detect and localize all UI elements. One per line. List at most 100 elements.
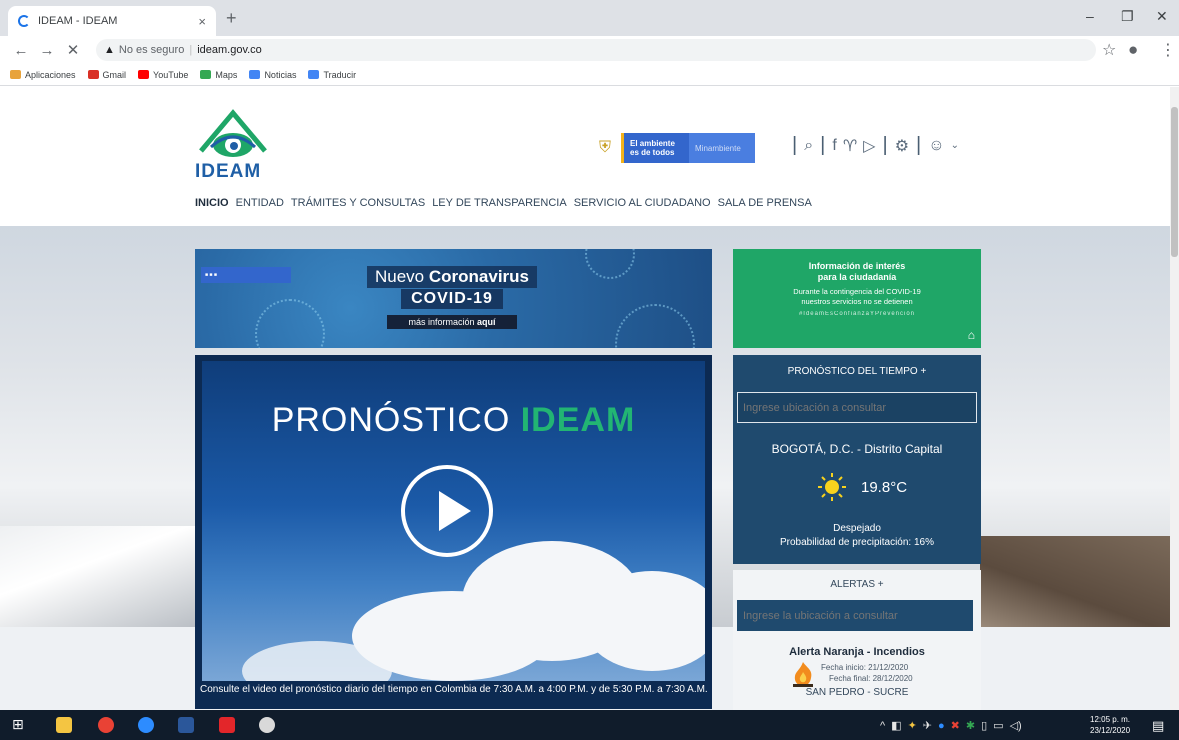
minimize-button[interactable]: –: [1086, 8, 1094, 24]
bookmark-maps[interactable]: Maps: [200, 70, 237, 80]
covid-banner[interactable]: ■ ■ ■ Nuevo Coronavirus COVID-19 más inf…: [195, 249, 712, 348]
forecast-location-input[interactable]: [737, 392, 977, 423]
clock-time: 12:05 p. m.: [1090, 715, 1131, 724]
search-icon[interactable]: ⌕: [804, 137, 813, 155]
play-icon[interactable]: [401, 465, 493, 557]
back-button[interactable]: ←: [8, 42, 34, 59]
bookmark-label: Noticias: [264, 69, 297, 80]
video-title: PRONÓSTICO IDEAM: [202, 401, 705, 440]
paint-icon[interactable]: [259, 717, 275, 733]
scroll-thumb[interactable]: [1171, 107, 1178, 257]
forecast-probability: Probabilidad de precipitación: 16%: [780, 537, 934, 548]
bookmark-label: Aplicaciones: [25, 69, 76, 80]
virus-decoration-icon: [255, 299, 325, 348]
twitter-icon[interactable]: ♈: [843, 136, 857, 156]
tray-app-icon[interactable]: ✦: [908, 719, 917, 732]
bookmark-youtube[interactable]: YouTube: [138, 70, 188, 80]
omnibox-separator: |: [189, 44, 193, 56]
youtube-icon[interactable]: ▷: [863, 136, 875, 156]
gov-badge[interactable]: ⛨ El ambiente es de todos Minambiente: [593, 133, 757, 163]
covid-more-info[interactable]: más información aquí: [387, 315, 517, 329]
bookmark-star-icon[interactable]: ☆: [1102, 40, 1116, 60]
video-title-b: IDEAM: [520, 401, 636, 439]
tray-app-icon[interactable]: ✖: [951, 719, 960, 732]
youtube-icon: [138, 70, 150, 79]
citizen-info-banner[interactable]: Información de interés para la ciudadaní…: [733, 249, 981, 348]
accessibility-icon[interactable]: ⚙: [895, 136, 909, 156]
info-sub1: Durante la contingencia del COVID-19: [793, 287, 921, 296]
info-title2: para la ciudadanía: [817, 272, 897, 282]
nav-item-transparencia[interactable]: LEY DE TRANSPARENCIA: [432, 197, 567, 209]
taskbar-clock[interactable]: 12:05 p. m. 23/12/2020: [1090, 714, 1130, 736]
profile-icon[interactable]: ●: [1128, 40, 1138, 60]
chevron-down-icon[interactable]: ⌄: [951, 140, 959, 151]
bookmark-label: Traducir: [323, 69, 357, 80]
news-icon: [249, 70, 261, 79]
acrobat-icon[interactable]: [219, 717, 235, 733]
file-explorer-icon[interactable]: [56, 717, 72, 733]
restore-button[interactable]: ❐: [1121, 8, 1134, 25]
page-scrollbar[interactable]: [1170, 87, 1179, 710]
forecast-panel: PRONÓSTICO DEL TIEMPO + BOGOTÁ, D.C. - D…: [733, 355, 981, 564]
address-bar[interactable]: ▲ No es seguro | ideam.gov.co: [96, 39, 1096, 61]
stop-button[interactable]: ✕: [60, 41, 86, 59]
alerts-title[interactable]: ALERTAS +: [733, 570, 981, 590]
utility-icons: | ⌕ | f ♈ ▷ | ⚙ | ☺ ⌄: [788, 134, 962, 157]
nav-item-tramites[interactable]: TRÁMITES Y CONSULTAS: [291, 197, 425, 209]
cloud-decoration: [582, 571, 705, 671]
main-nav: INICIO ENTIDAD TRÁMITES Y CONSULTAS LEY …: [195, 197, 819, 209]
tray-app-icon[interactable]: ✱: [966, 719, 975, 732]
volume-icon[interactable]: ◁): [1010, 719, 1022, 732]
covid-line1b: Coronavirus: [428, 267, 529, 286]
facebook-icon[interactable]: f: [832, 137, 836, 155]
nav-item-prensa[interactable]: SALA DE PRENSA: [718, 197, 812, 209]
nav-item-entidad[interactable]: ENTIDAD: [236, 197, 284, 209]
gmail-icon: [87, 70, 99, 79]
bookmark-translate[interactable]: Traducir: [308, 70, 356, 80]
play-triangle: [439, 491, 471, 531]
network-icon[interactable]: ▭: [993, 719, 1003, 732]
bookmark-gmail[interactable]: Gmail: [87, 69, 127, 80]
chrome-icon[interactable]: [98, 717, 114, 733]
logo-text: IDEAM: [195, 161, 262, 182]
covid-gov-logo: ■ ■ ■: [201, 267, 291, 283]
word-icon[interactable]: [178, 717, 194, 733]
video-title-a: PRONÓSTICO: [271, 401, 511, 439]
divider: |: [820, 134, 826, 156]
forecast-title[interactable]: PRONÓSTICO DEL TIEMPO +: [733, 355, 981, 377]
windows-taskbar: ⊞ ^ ◧ ✦ ✈ ● ✖ ✱ ▯ ▭ ◁) 12:05 p. m. 23/12…: [0, 710, 1179, 740]
sun-icon: [818, 473, 846, 501]
tab-close-icon[interactable]: ×: [198, 14, 206, 29]
alert-name[interactable]: Alerta Naranja - Incendios: [733, 646, 981, 658]
nav-item-inicio[interactable]: INICIO: [195, 197, 229, 209]
nav-item-servicio[interactable]: SERVICIO AL CIUDADANO: [574, 197, 711, 209]
alert-end-date: Fecha final: 28/12/2020: [829, 674, 913, 683]
tray-app-icon[interactable]: ✈: [923, 719, 932, 732]
zoom-icon[interactable]: [138, 717, 154, 733]
bookmark-news[interactable]: Noticias: [249, 70, 296, 80]
close-window-button[interactable]: ✕: [1156, 8, 1168, 25]
forecast-temperature: 19.8°C: [861, 479, 908, 496]
covid-line3a: más información: [408, 317, 475, 327]
tray-app-icon[interactable]: ◧: [891, 719, 901, 732]
tray-chevron-icon[interactable]: ^: [880, 720, 885, 732]
browser-tab[interactable]: IDEAM - IDEAM ×: [8, 6, 216, 36]
warning-icon: ▲: [104, 44, 115, 56]
video-caption: Consulte el video del pronóstico diario …: [200, 684, 708, 695]
info-hashtag: #IdeamEsConfianzaYPrevención: [798, 311, 916, 317]
forecast-condition: Despejado: [833, 523, 881, 534]
info-title1: Información de interés: [808, 261, 906, 271]
new-tab-button[interactable]: +: [226, 8, 237, 29]
notification-icon[interactable]: ▤: [1152, 718, 1164, 734]
bookmark-label: Gmail: [102, 69, 127, 80]
battery-icon[interactable]: ▯: [981, 719, 987, 732]
bookmark-apps[interactable]: Aplicaciones: [10, 70, 76, 80]
user-icon[interactable]: ☺: [928, 137, 944, 155]
gov-line1: El ambiente: [630, 139, 675, 148]
windows-start-icon[interactable]: ⊞: [12, 716, 28, 732]
tray-app-icon[interactable]: ●: [938, 720, 945, 732]
forecast-video[interactable]: PRONÓSTICO IDEAM Consulte el video del p…: [195, 355, 712, 709]
alerts-location-input[interactable]: [737, 600, 973, 631]
forward-button[interactable]: →: [34, 42, 60, 59]
browser-menu-icon[interactable]: ⋮: [1160, 40, 1176, 60]
